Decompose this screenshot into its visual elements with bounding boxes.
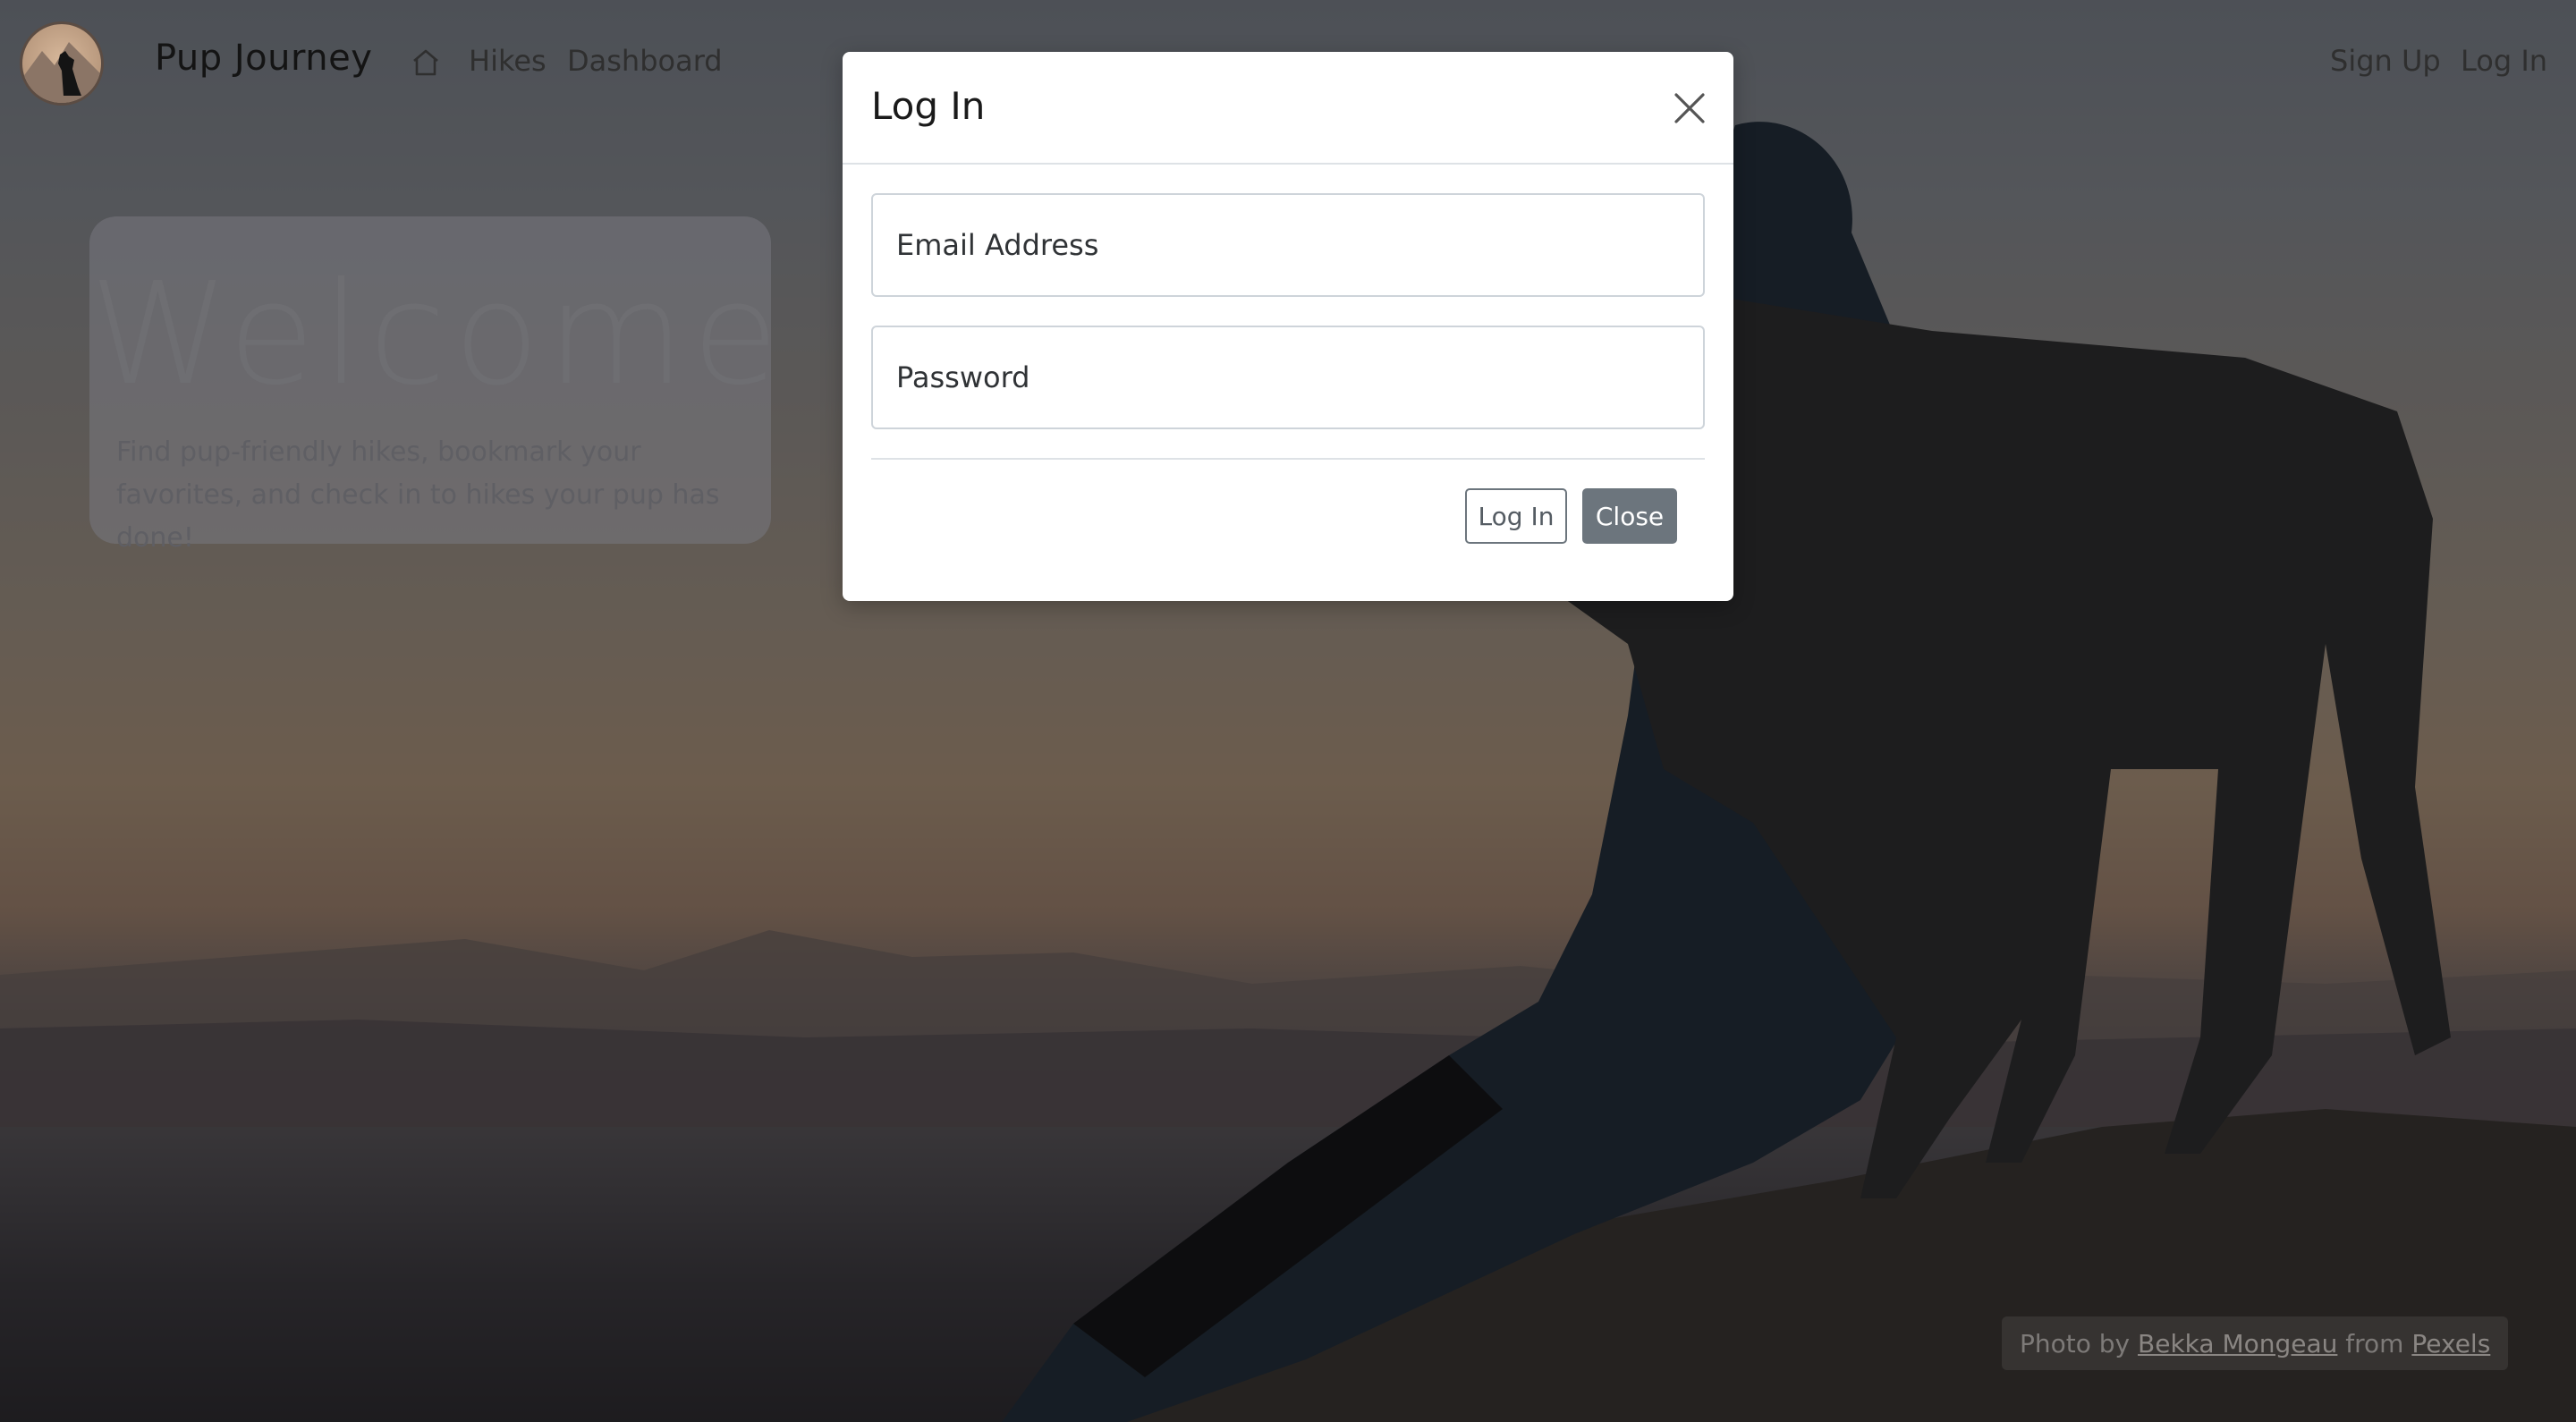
email-field[interactable] <box>871 193 1705 297</box>
nav-hikes-link[interactable]: Hikes <box>469 44 547 78</box>
modal-title: Log In <box>871 84 986 128</box>
welcome-subtitle: Find pup-friendly hikes, bookmark your f… <box>116 436 720 554</box>
brand-name[interactable]: Pup Journey <box>155 38 372 79</box>
logo-dog-icon <box>22 42 101 103</box>
login-modal: Log In Log In Close <box>843 52 1733 601</box>
login-submit-button[interactable]: Log In <box>1465 488 1567 544</box>
dog-mountain-logo[interactable] <box>20 21 104 106</box>
close-button[interactable]: Close <box>1582 488 1677 544</box>
credit-middle: from <box>2337 1328 2412 1359</box>
nav-signup-link[interactable]: Sign Up <box>2330 44 2441 78</box>
nav-dashboard-link[interactable]: Dashboard <box>567 44 723 78</box>
welcome-card: Welcome Find pup-friendly hikes, bookmar… <box>89 216 786 554</box>
nav-login-link[interactable]: Log In <box>2461 44 2547 78</box>
home-icon[interactable] <box>410 47 442 79</box>
close-icon[interactable] <box>1671 89 1708 127</box>
password-field[interactable] <box>871 326 1705 429</box>
modal-header: Log In <box>843 52 1733 165</box>
credit-source-link[interactable]: Pexels <box>2411 1329 2490 1359</box>
modal-footer-divider <box>871 458 1705 460</box>
credit-prefix: Photo by <box>2020 1328 2139 1359</box>
welcome-title: Welcome <box>89 252 786 417</box>
photo-credit: Photo by Bekka Mongeau from Pexels <box>2002 1316 2509 1370</box>
credit-author-link[interactable]: Bekka Mongeau <box>2138 1329 2337 1359</box>
